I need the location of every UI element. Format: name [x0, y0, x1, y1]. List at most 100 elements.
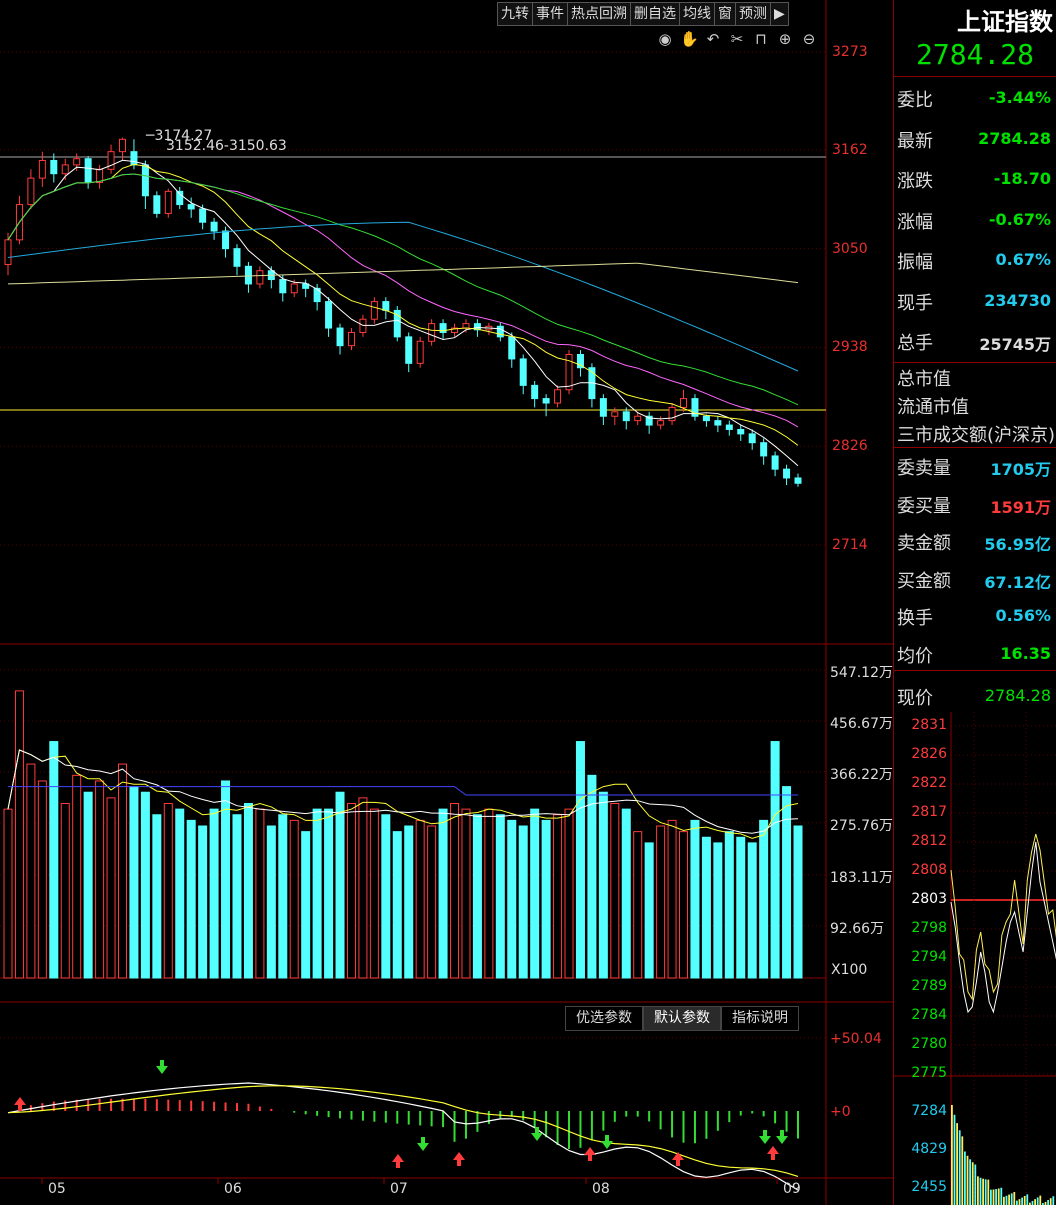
ma-line-20 [7, 173, 799, 428]
mini-volume-bar [1034, 1199, 1036, 1205]
volume-bar [175, 808, 185, 979]
quote-row-5: 现手 234730 [897, 287, 1055, 317]
volume-bar [392, 831, 402, 979]
date-label-0: 05 [48, 1181, 66, 1197]
candle-body [576, 354, 584, 369]
sell-signal-arrow [776, 1130, 788, 1144]
ma-line-60 [7, 221, 799, 372]
volume-bar [679, 831, 689, 979]
quote-key: 涨跌 [897, 171, 933, 192]
order-value: 16.35 [1000, 643, 1051, 663]
candle-body [347, 331, 355, 347]
volume-bar [3, 808, 13, 979]
quote-value: -3.44% [988, 88, 1051, 107]
volume-bar [232, 814, 242, 979]
candle-body [496, 325, 504, 338]
volume-bar [335, 791, 345, 979]
volume-bar [541, 819, 551, 979]
order-value: 0.56% [995, 606, 1051, 625]
mini-price-label-10: 2784 [911, 1007, 947, 1023]
order-value: 1591万 [990, 497, 1051, 517]
volume-bar [346, 802, 356, 979]
mini-volume-bar [1031, 1200, 1034, 1205]
mini-vol-label-0: 7284 [911, 1103, 947, 1119]
quote-value: 234730 [984, 290, 1051, 310]
indicator-button-2[interactable]: 指标说明 [721, 1006, 799, 1031]
mini-volume-bar [997, 1188, 1000, 1205]
date-label-4: 09 [783, 1181, 801, 1197]
sell-signal-arrow [156, 1060, 168, 1074]
intraday-avg-line [950, 833, 1056, 1001]
mini-price-label-2: 2822 [911, 775, 947, 791]
mini-price-label-7: 2798 [911, 920, 947, 936]
quote-key: 振幅 [897, 252, 933, 273]
indicator-button-1[interactable]: 默认参数 [643, 1006, 721, 1031]
candle-body [233, 248, 241, 267]
candle-body [279, 279, 287, 294]
candle-body [771, 455, 779, 470]
indicator-button-0[interactable]: 优选参数 [565, 1006, 643, 1031]
volume-bar [278, 814, 288, 979]
volume-bar [701, 836, 711, 979]
quote-row-3: 涨幅 -0.67% [897, 206, 1055, 236]
order-row-4: 换手 0.56% [897, 602, 1055, 632]
candle-body [153, 195, 161, 214]
mini-volume-bar [971, 1162, 974, 1205]
candle-body [680, 398, 688, 408]
candle-body [199, 208, 207, 223]
volume-bar [656, 825, 666, 979]
mini-volume-bar [977, 1176, 979, 1205]
volume-bar [49, 741, 59, 979]
volume-label-3: 275.76万 [830, 817, 893, 834]
mini-volume-bar [1052, 1196, 1055, 1205]
quote-key: 委比 [897, 90, 933, 111]
quote-key: 总手 [897, 333, 933, 354]
ma-line-30 [7, 173, 799, 406]
volume-bar [381, 814, 391, 979]
mini-vol-label-1: 4829 [911, 1141, 947, 1157]
mini-volume-bar [984, 1179, 987, 1205]
macd-histogram [18, 1098, 799, 1150]
chart-area[interactable]: 九转 事件 热点回溯 删自选 均线窗预测 ▶ ◉ ✋ ↶ ✂ ⊓ ⊕ ⊖ 3273 3162 3050 29… [0, 0, 893, 1205]
date-label-2: 07 [390, 1181, 408, 1197]
price-label-0: 3273 [832, 44, 868, 60]
quote-row-2: 涨跌 -18.70 [897, 165, 1055, 195]
quote-row-1: 最新 2784.28 [897, 125, 1055, 155]
volume-bar [37, 780, 47, 979]
mini-price-label-1: 2826 [911, 746, 947, 762]
mini-volume-bar [992, 1189, 995, 1205]
mini-price-label-3: 2817 [911, 804, 947, 820]
candle-body [542, 398, 550, 404]
volume-bar [255, 808, 265, 979]
candle-body [428, 323, 436, 342]
mini-volume-bar [995, 1189, 997, 1205]
order-key: 卖金额 [897, 533, 951, 554]
candle-body [256, 270, 264, 285]
volume-bar [690, 819, 700, 979]
volume-bar [163, 802, 173, 979]
mini-volume-bar [1008, 1194, 1010, 1205]
buy-signal-arrow [453, 1152, 465, 1166]
volume-bar [312, 808, 322, 979]
volume-bar [427, 825, 437, 979]
volume-bar [713, 842, 723, 979]
candle-body [416, 340, 424, 364]
mini-volume-bar [951, 1105, 953, 1205]
mini-volume-bar [958, 1130, 961, 1205]
volume-bar [415, 819, 425, 979]
volume-label-1: 456.67万 [830, 715, 893, 732]
candle-body [622, 411, 630, 422]
volume-bar [736, 836, 746, 979]
volume-bar [26, 763, 36, 979]
volume-bar [95, 780, 105, 979]
volume-bar [358, 797, 368, 979]
mini-volume-bar [1036, 1197, 1039, 1205]
index-price: 2784.28 [916, 38, 1035, 71]
date-label-1: 06 [224, 1181, 242, 1197]
candle-body [222, 230, 230, 250]
volume-bar [724, 831, 734, 979]
macd-dif-line [7, 1082, 799, 1191]
mini-volume-bar [1026, 1194, 1029, 1205]
volume-bar [14, 690, 24, 979]
volume-bar [450, 802, 460, 979]
